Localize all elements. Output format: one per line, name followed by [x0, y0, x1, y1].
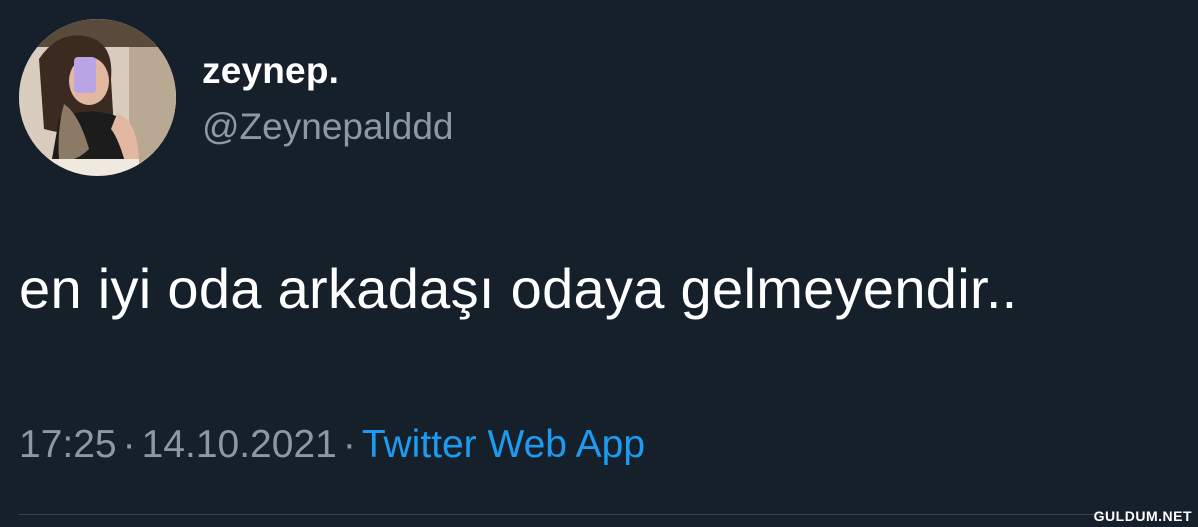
display-name[interactable]: zeynep. — [202, 50, 339, 92]
user-handle[interactable]: @Zeynepalddd — [202, 106, 454, 148]
divider — [19, 514, 1108, 515]
tweet-date[interactable]: 14.10.2021 — [142, 423, 337, 466]
separator: · — [342, 423, 356, 466]
tweet-time[interactable]: 17:25 — [19, 423, 117, 466]
separator: · — [122, 423, 136, 466]
avatar-photo — [19, 19, 176, 176]
watermark: GULDUM.NET — [1093, 508, 1192, 524]
tweet-metadata: 17:25 · 14.10.2021 · Twitter Web App — [19, 423, 645, 467]
tweet-text: en iyi oda arkadaşı odaya gelmeyendir.. — [19, 257, 1018, 320]
avatar[interactable] — [19, 19, 176, 176]
tweet-source-link[interactable]: Twitter Web App — [362, 423, 645, 466]
